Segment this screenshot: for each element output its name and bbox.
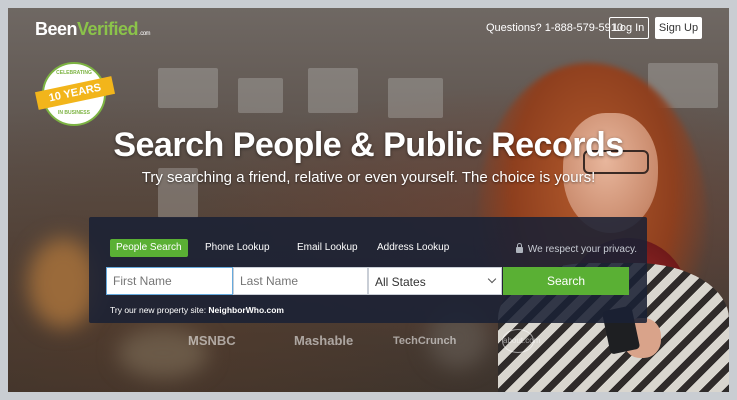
badge-top-text: CELEBRATING	[56, 70, 92, 76]
support-phone: Questions? 1-888-579-5910	[486, 22, 623, 34]
press-mashable-logo: Mashable	[294, 333, 354, 348]
hero-title: Search People & Public Records	[113, 126, 624, 164]
tab-people-search[interactable]: People Search	[110, 239, 188, 257]
privacy-text: We respect your privacy.	[527, 244, 637, 255]
ten-years-badge: CELEBRATING 10 YEARS IN BUSINESS	[34, 62, 116, 126]
search-button[interactable]: Search	[503, 267, 629, 295]
press-msnbc-logo: MSNBC	[188, 333, 236, 348]
press-techcrunch-logo: TechCrunch	[393, 335, 457, 347]
privacy-note: We respect your privacy.	[515, 243, 637, 255]
last-name-input[interactable]	[233, 267, 368, 295]
beenverified-logo[interactable]: BeenVerified.com	[35, 19, 151, 40]
background-light	[28, 238, 98, 328]
background-window	[308, 68, 358, 113]
property-prefix: Try our new property site:	[110, 305, 209, 315]
search-panel: People Search Phone Lookup Email Lookup …	[89, 217, 647, 323]
press-about-logo: about.com	[502, 329, 540, 353]
chevron-down-icon	[487, 274, 497, 284]
state-select-value: All States	[375, 275, 426, 289]
tab-address-lookup[interactable]: Address Lookup	[371, 239, 455, 257]
neighborwho-link[interactable]: NeighborWho.com	[208, 305, 284, 315]
signup-button[interactable]: Sign Up	[655, 17, 702, 39]
badge-bottom-text: IN BUSINESS	[58, 110, 90, 116]
lock-icon	[515, 243, 523, 253]
logo-verified: Verified	[77, 19, 139, 39]
hero-frame: BeenVerified.com Questions? 1-888-579-59…	[8, 8, 729, 392]
logo-tld: .com	[139, 31, 151, 37]
tab-email-lookup[interactable]: Email Lookup	[291, 239, 364, 257]
state-select[interactable]: All States	[368, 267, 502, 295]
first-name-input[interactable]	[106, 267, 233, 295]
background-window	[238, 78, 283, 113]
login-button[interactable]: Log In	[609, 17, 649, 39]
tab-phone-lookup[interactable]: Phone Lookup	[199, 239, 276, 257]
background-window	[158, 68, 218, 108]
hero-subtitle: Try searching a friend, relative or even…	[141, 169, 596, 186]
background-window	[388, 78, 443, 118]
badge-ribbon: 10 YEARS	[34, 76, 116, 110]
property-site-note: Try our new property site: NeighborWho.c…	[110, 305, 284, 315]
logo-been: Been	[35, 19, 78, 39]
